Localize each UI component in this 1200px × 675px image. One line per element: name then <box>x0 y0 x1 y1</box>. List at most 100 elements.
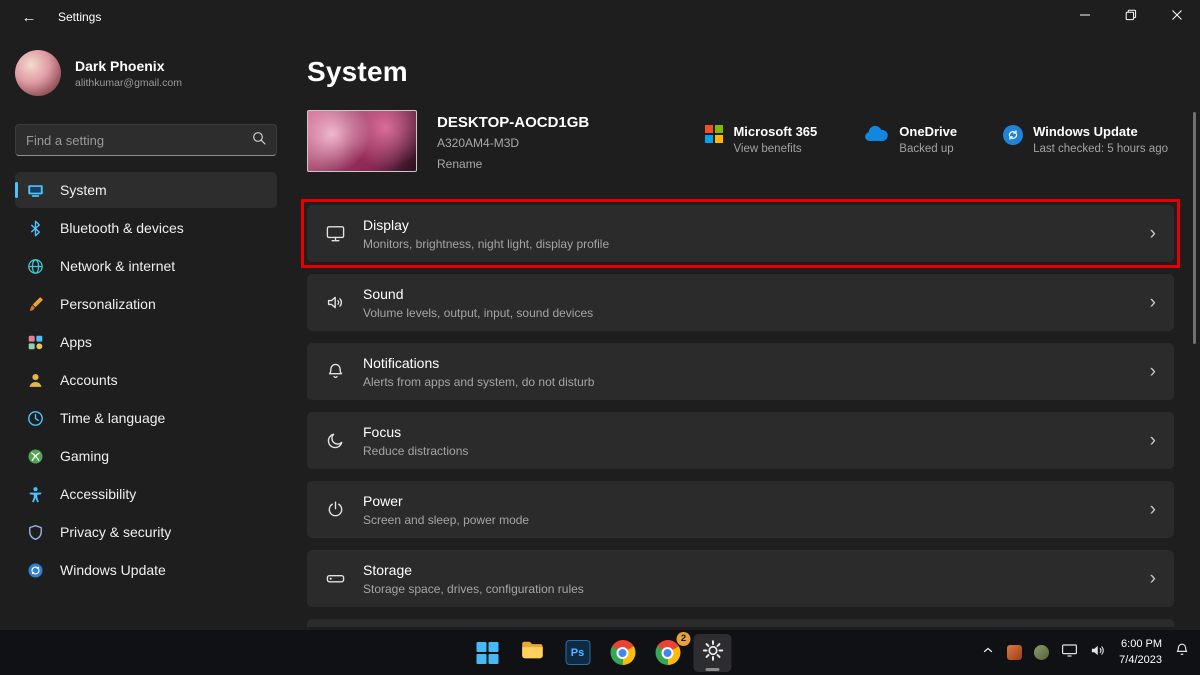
display-tray-button[interactable] <box>1061 643 1078 663</box>
window-title: Settings <box>58 10 102 24</box>
notification-center-button[interactable] <box>1174 642 1190 663</box>
power-icon <box>323 499 347 520</box>
card-title: OneDrive <box>899 124 958 139</box>
sidebar-item-label: Personalization <box>60 296 156 312</box>
chevron-right-icon: › <box>1149 430 1156 451</box>
sidebar-item-accessibility[interactable]: Accessibility <box>15 476 277 512</box>
settings-row-power[interactable]: Power Screen and sleep, power mode › <box>307 481 1174 538</box>
tray-app-icon-1[interactable] <box>1007 645 1023 660</box>
volume-icon <box>1090 643 1107 663</box>
sidebar-item-label: System <box>60 182 107 198</box>
row-title: Display <box>363 216 409 233</box>
user-email: alithkumar@gmail.com <box>75 76 182 89</box>
device-name: DESKTOP-AOCD1GB <box>437 114 590 131</box>
shield-icon <box>27 524 44 541</box>
globe-icon <box>27 258 44 275</box>
volume-tray-button[interactable] <box>1090 643 1107 663</box>
accessibility-icon <box>27 486 44 503</box>
sidebar-item-windows-update[interactable]: Windows Update <box>15 552 277 588</box>
settings-row-notifications[interactable]: Notifications Alerts from apps and syste… <box>307 343 1174 400</box>
folder-icon <box>520 637 546 668</box>
back-button[interactable]: ← <box>14 4 44 30</box>
search-input[interactable] <box>26 132 252 148</box>
monitor-icon <box>1061 643 1078 663</box>
settings-row-display[interactable]: Display Monitors, brightness, night ligh… <box>301 199 1180 268</box>
sidebar-item-bluetooth-devices[interactable]: Bluetooth & devices <box>15 210 277 246</box>
update-arrows-icon <box>27 562 44 579</box>
file-explorer-button[interactable] <box>514 634 552 672</box>
search-box[interactable] <box>15 124 277 156</box>
focus-crescent-icon <box>323 430 347 451</box>
start-button[interactable] <box>469 634 507 672</box>
sidebar-item-apps[interactable]: Apps <box>15 324 277 360</box>
sidebar-item-privacy-security[interactable]: Privacy & security <box>15 514 277 550</box>
sidebar: Dark Phoenix alithkumar@gmail.com System <box>0 34 292 630</box>
active-indicator <box>15 182 18 198</box>
sidebar-item-accounts[interactable]: Accounts <box>15 362 277 398</box>
user-name: Dark Phoenix <box>75 57 165 74</box>
sidebar-item-time-language[interactable]: Time & language <box>15 400 277 436</box>
windows-update-icon <box>1003 125 1024 145</box>
row-subtitle: Alerts from apps and system, do not dist… <box>363 374 595 389</box>
taskbar: Ps 2 6:00 PM 7/4/2023 <box>0 630 1200 675</box>
device-wallpaper-thumbnail <box>307 110 417 172</box>
sidebar-item-label: Time & language <box>60 410 166 426</box>
sidebar-item-personalization[interactable]: Personalization <box>15 286 277 322</box>
sidebar-item-label: Privacy & security <box>60 524 172 540</box>
chrome-icon <box>610 640 635 665</box>
chevron-right-icon: › <box>1149 292 1156 313</box>
sidebar-item-label: Accounts <box>60 372 118 388</box>
tray-app-icon-2[interactable] <box>1034 645 1050 660</box>
tray-overflow-button[interactable] <box>981 643 995 662</box>
storage-drive-icon <box>323 568 347 589</box>
chevron-right-icon: › <box>1149 499 1156 520</box>
minimize-button[interactable] <box>1062 0 1108 34</box>
settings-row-focus[interactable]: Focus Reduce distractions › <box>307 412 1174 469</box>
onedrive-cloud-icon <box>863 125 889 147</box>
windows-update-card[interactable]: Windows Update Last checked: 5 hours ago <box>1003 124 1168 173</box>
sidebar-item-label: Network & internet <box>60 258 176 274</box>
page-title: System <box>307 56 408 87</box>
row-subtitle: Monitors, brightness, night light, displ… <box>363 236 610 251</box>
sidebar-item-gaming[interactable]: Gaming <box>15 438 277 474</box>
restore-button[interactable] <box>1108 0 1154 34</box>
taskbar-clock[interactable]: 6:00 PM 7/4/2023 <box>1119 637 1162 669</box>
settings-app-button[interactable] <box>693 633 732 672</box>
microsoft-365-card[interactable]: Microsoft 365 View benefits <box>705 124 817 173</box>
sidebar-item-network-internet[interactable]: Network & internet <box>15 248 277 284</box>
windows-logo-icon <box>476 641 499 664</box>
row-subtitle: Volume levels, output, input, sound devi… <box>363 305 594 320</box>
sidebar-item-system[interactable]: System <box>15 172 277 208</box>
close-button[interactable] <box>1154 0 1200 34</box>
device-header: DESKTOP-AOCD1GB A320AM4-M3D Rename Micro… <box>307 110 1174 173</box>
chrome-button[interactable] <box>604 634 642 672</box>
clock-icon <box>27 410 44 427</box>
titlebar: ← Settings <box>0 0 1200 34</box>
apps-grid-icon <box>27 334 44 351</box>
main-content: System DESKTOP-AOCD1GB A320AM4-M3D Renam… <box>292 34 1200 630</box>
card-subtitle: Backed up <box>899 143 954 155</box>
rename-button[interactable]: Rename <box>437 157 482 171</box>
onedrive-card[interactable]: OneDrive Backed up <box>863 124 957 173</box>
gear-icon <box>701 639 724 667</box>
card-title: Microsoft 365 <box>733 124 818 139</box>
chevron-right-icon: › <box>1149 568 1156 589</box>
tray-app-icon-1-glyph <box>1007 645 1023 660</box>
photoshop-button[interactable]: Ps <box>559 634 597 672</box>
paintbrush-icon <box>27 296 44 313</box>
settings-row-sound[interactable]: Sound Volume levels, output, input, soun… <box>307 274 1174 331</box>
microsoft-logo-icon <box>705 125 724 143</box>
row-subtitle: Storage space, drives, configuration rul… <box>363 581 584 596</box>
photoshop-icon: Ps <box>565 640 590 665</box>
row-title: Power <box>363 492 403 509</box>
chevron-right-icon: › <box>1149 223 1156 244</box>
settings-row-partial[interactable] <box>307 619 1174 627</box>
person-icon <box>27 372 44 389</box>
settings-row-storage[interactable]: Storage Storage space, drives, configura… <box>307 550 1174 607</box>
vertical-scrollbar[interactable] <box>1193 112 1196 344</box>
chrome-profile-button[interactable]: 2 <box>649 631 691 672</box>
sidebar-item-label: Windows Update <box>60 562 166 578</box>
user-profile[interactable]: Dark Phoenix alithkumar@gmail.com <box>15 50 277 96</box>
row-title: Sound <box>363 285 404 302</box>
notification-count-badge: 2 <box>676 631 691 646</box>
